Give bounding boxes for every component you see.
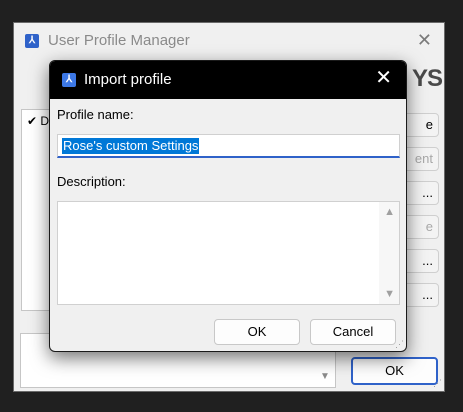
bg-close-icon[interactable]: ✕ xyxy=(417,30,432,51)
bg-titlebar: ⅄ User Profile Manager ✕ xyxy=(14,23,444,59)
profile-name-value: Rose's custom Settings xyxy=(62,138,200,154)
description-textarea[interactable]: ▲ ▼ xyxy=(57,201,400,305)
scroll-down-icon[interactable]: ▼ xyxy=(320,371,330,382)
cancel-button[interactable]: Cancel xyxy=(310,319,396,345)
close-icon[interactable]: ✕ xyxy=(375,68,392,88)
checkmark-icon: ✔ xyxy=(27,114,38,128)
bg-ok-button[interactable]: OK xyxy=(351,357,438,385)
resize-grip-icon[interactable]: ⋰ xyxy=(395,339,404,350)
scroll-up-icon[interactable]: ▲ xyxy=(384,206,395,218)
app-icon: ⅄ xyxy=(62,73,76,87)
resize-grip-icon[interactable]: ⋰ xyxy=(433,378,442,389)
app-icon: ⅄ xyxy=(25,34,39,48)
description-label: Description: xyxy=(57,174,126,189)
dialog-titlebar: ⅄ Import profile ✕ xyxy=(50,61,406,99)
ok-button[interactable]: OK xyxy=(214,319,300,345)
profile-name-label: Profile name: xyxy=(57,107,134,122)
profile-name-input[interactable]: Rose's custom Settings xyxy=(57,134,400,158)
profile-list[interactable]: ✔ D xyxy=(21,109,51,311)
profile-list-item[interactable]: ✔ D xyxy=(27,114,49,128)
dialog-title: Import profile xyxy=(84,71,172,88)
brand-logo: YS xyxy=(412,65,443,92)
description-scrollbar[interactable]: ▲ ▼ xyxy=(379,202,399,304)
bg-window-title: User Profile Manager xyxy=(48,32,190,49)
scroll-down-icon[interactable]: ▼ xyxy=(384,288,395,300)
profile-list-item-label: D xyxy=(40,114,50,128)
import-profile-dialog: ⅄ Import profile ✕ Profile name: Rose's … xyxy=(49,60,407,352)
